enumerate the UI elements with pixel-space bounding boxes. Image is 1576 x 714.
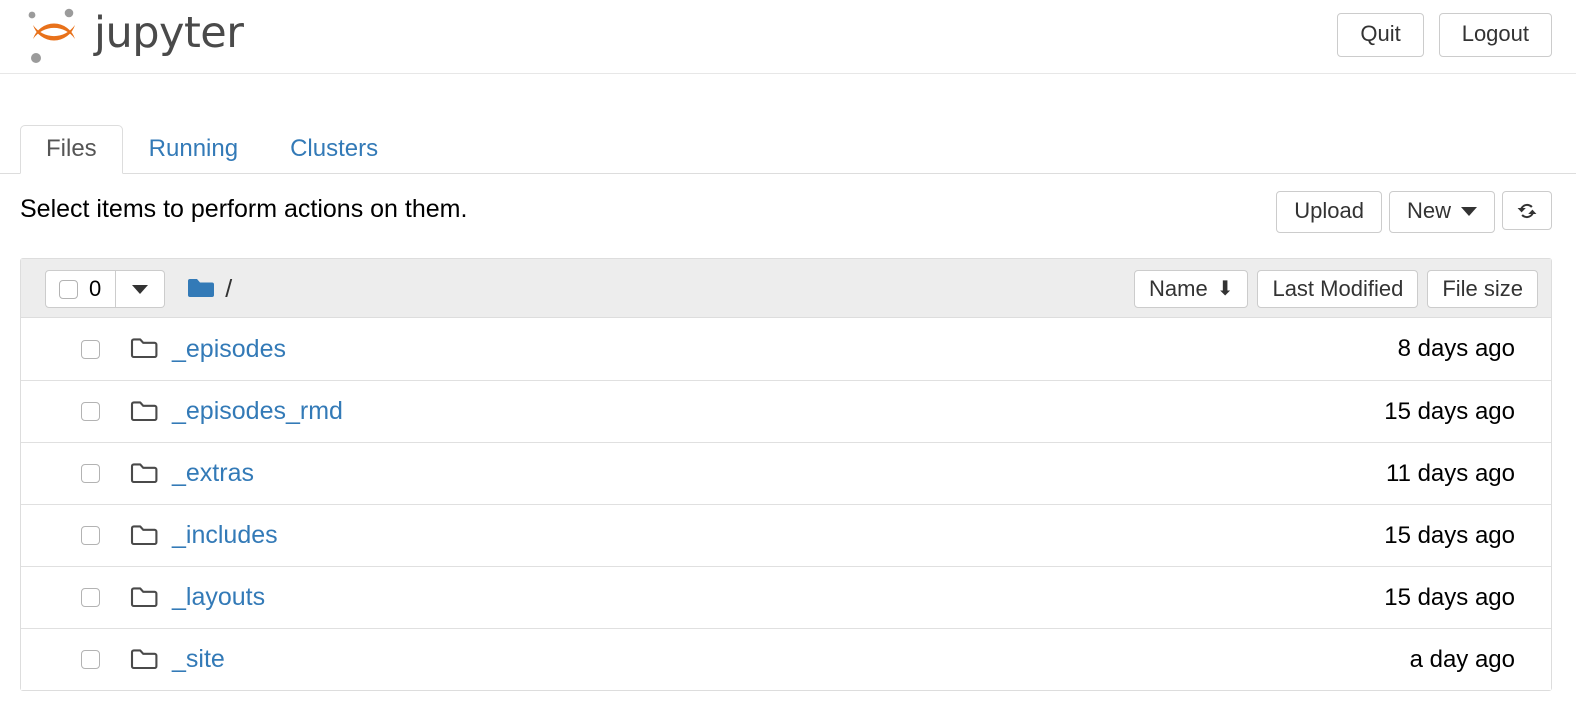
tab-files[interactable]: Files bbox=[20, 125, 123, 174]
arrow-down-icon: ⬇ bbox=[1216, 278, 1234, 300]
row-checkbox[interactable] bbox=[81, 339, 100, 359]
table-row[interactable]: _site a day ago bbox=[21, 628, 1551, 690]
breadcrumb-root-path[interactable]: / bbox=[225, 276, 232, 302]
tab-clusters[interactable]: Clusters bbox=[264, 125, 404, 173]
toolbar-row: Select items to perform actions on them.… bbox=[0, 191, 1576, 245]
table-row[interactable]: _includes 15 days ago bbox=[21, 504, 1551, 566]
folder-icon bbox=[130, 524, 158, 545]
table-row[interactable]: _episodes 8 days ago bbox=[21, 318, 1551, 380]
select-all-button[interactable]: 0 bbox=[45, 270, 117, 308]
table-row[interactable]: _extras 11 days ago bbox=[21, 442, 1551, 504]
file-modified-time: 8 days ago bbox=[1397, 335, 1515, 362]
brand-text: jupyter bbox=[94, 7, 244, 58]
logout-button[interactable]: Logout bbox=[1438, 13, 1552, 57]
new-button[interactable]: New bbox=[1388, 191, 1495, 233]
sort-by-modified-button[interactable]: Last Modified bbox=[1257, 270, 1419, 308]
file-name-link[interactable]: _includes bbox=[172, 523, 278, 548]
new-button-label: New bbox=[1406, 198, 1451, 223]
file-name-link[interactable]: _episodes bbox=[172, 336, 286, 362]
file-modified-time: 15 days ago bbox=[1384, 397, 1515, 425]
tab-running[interactable]: Running bbox=[123, 125, 264, 173]
folder-icon bbox=[130, 462, 158, 483]
table-row[interactable]: _episodes_rmd 15 days ago bbox=[21, 380, 1551, 442]
file-name-link[interactable]: _extras bbox=[172, 461, 254, 486]
file-modified-time: 15 days ago bbox=[1384, 583, 1515, 611]
tab-running-link[interactable]: Running bbox=[123, 125, 264, 174]
file-list-header: 0 / Name ⬇ Last Modified File size bbox=[21, 259, 1551, 318]
jupyter-logo-link[interactable]: jupyter bbox=[22, 6, 244, 66]
breadcrumb: / bbox=[187, 276, 232, 302]
row-checkbox[interactable] bbox=[81, 588, 100, 607]
jupyter-logo-icon bbox=[28, 8, 75, 63]
folder-icon bbox=[130, 338, 158, 359]
chevron-down-icon bbox=[132, 284, 149, 294]
select-all-dropdown-button[interactable] bbox=[116, 270, 166, 308]
tab-clusters-link[interactable]: Clusters bbox=[264, 125, 404, 174]
row-checkbox[interactable] bbox=[81, 526, 100, 545]
main-tabs: Files Running Clusters bbox=[0, 118, 1576, 174]
quit-button[interactable]: Quit bbox=[1337, 13, 1424, 57]
file-row-left: _episodes bbox=[81, 318, 286, 380]
folder-icon bbox=[130, 648, 158, 669]
select-all-group: 0 bbox=[45, 270, 166, 308]
row-checkbox[interactable] bbox=[81, 464, 100, 483]
header-actions: Quit Logout bbox=[1337, 13, 1552, 57]
refresh-button[interactable] bbox=[1502, 191, 1552, 230]
file-name-link[interactable]: _episodes_rmd bbox=[172, 399, 343, 424]
chevron-down-icon bbox=[1461, 206, 1477, 216]
folder-icon bbox=[130, 586, 158, 607]
select-all-checkbox[interactable] bbox=[59, 279, 78, 299]
selected-count: 0 bbox=[89, 276, 102, 301]
file-list-header-left: 0 / bbox=[45, 270, 232, 308]
sort-by-name-label: Name bbox=[1149, 276, 1208, 301]
file-modified-time: 11 days ago bbox=[1386, 459, 1515, 487]
file-row-left: _includes bbox=[81, 505, 278, 566]
file-modified-time: a day ago bbox=[1409, 645, 1515, 673]
file-browser-list: 0 / Name ⬇ Last Modified File size _epis… bbox=[20, 258, 1552, 691]
file-row-left: _site bbox=[81, 629, 225, 690]
row-checkbox[interactable] bbox=[81, 402, 100, 421]
file-name-link[interactable]: _layouts bbox=[172, 585, 265, 610]
refresh-icon bbox=[1517, 203, 1537, 219]
selection-hint-text: Select items to perform actions on them. bbox=[20, 195, 468, 223]
file-row-left: _episodes_rmd bbox=[81, 381, 343, 442]
folder-filled-icon bbox=[188, 279, 215, 297]
table-row[interactable]: _layouts 15 days ago bbox=[21, 566, 1551, 628]
sort-by-size-button[interactable]: File size bbox=[1427, 270, 1538, 308]
file-row-left: _layouts bbox=[81, 567, 265, 628]
file-modified-time: 15 days ago bbox=[1384, 521, 1515, 549]
toolbar-actions: Upload New bbox=[1276, 191, 1552, 233]
sort-by-name-button[interactable]: Name ⬇ bbox=[1134, 270, 1249, 308]
upload-button[interactable]: Upload bbox=[1276, 191, 1382, 233]
file-name-link[interactable]: _site bbox=[172, 647, 225, 672]
tab-files-link[interactable]: Files bbox=[20, 125, 123, 174]
folder-icon bbox=[130, 400, 158, 421]
file-rows: _episodes 8 days ago _episodes_rmd 15 days … bbox=[21, 318, 1551, 690]
row-checkbox[interactable] bbox=[81, 650, 100, 669]
file-row-left: _extras bbox=[81, 443, 254, 504]
file-list-sort-controls: Name ⬇ Last Modified File size bbox=[1134, 270, 1538, 308]
site-header: jupyter Quit Logout bbox=[0, 0, 1576, 74]
